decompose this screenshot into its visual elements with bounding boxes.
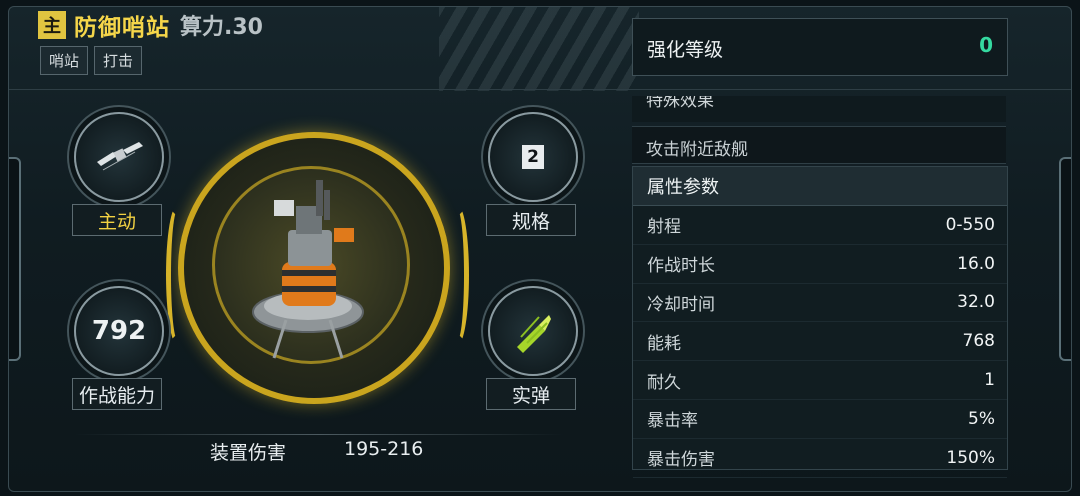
- attr-name: 暴击率: [647, 411, 698, 432]
- combat-power-node[interactable]: 792: [74, 286, 164, 376]
- module-title: 防御哨站: [74, 15, 170, 41]
- tag-strike: 打击: [94, 46, 143, 75]
- attr-value: 768: [962, 331, 995, 352]
- attr-row-range: 射程 0-550: [633, 206, 1007, 245]
- left-frame-tab: [9, 157, 21, 361]
- header-divider: [9, 89, 1071, 90]
- spec-value: 2: [522, 145, 544, 169]
- attr-row-duration: 作战时长 16.0: [633, 245, 1007, 284]
- attr-value: 0-550: [945, 214, 995, 235]
- enhance-value: 0: [979, 33, 993, 57]
- tag-outpost: 哨站: [40, 46, 89, 75]
- spec-node[interactable]: 2: [488, 112, 578, 202]
- attr-name: 耐久: [647, 372, 681, 393]
- attr-name: 射程: [647, 217, 681, 238]
- attr-name: 能耗: [647, 333, 681, 354]
- turret-icon: [252, 180, 364, 359]
- right-frame-tab: [1059, 157, 1071, 361]
- attr-name: 作战时长: [647, 256, 715, 277]
- attr-name: 冷却时间: [647, 294, 715, 315]
- active-skill-node[interactable]: [74, 112, 164, 202]
- damage-divider: [74, 434, 564, 435]
- tag-list: 哨站 打击: [40, 46, 143, 75]
- spec-label: 规格: [486, 204, 576, 236]
- attr-value: 16.0: [957, 253, 995, 274]
- attr-row-energy: 能耗 768: [633, 322, 1007, 362]
- attr-value: 32.0: [957, 292, 995, 313]
- attribute-panel[interactable]: 属性参数 射程 0-550 作战时长 16.0 冷却时间 32.0 能耗 768…: [632, 166, 1008, 478]
- damage-label: 装置伤害: [210, 442, 287, 464]
- ammo-label: 实弹: [486, 378, 576, 410]
- header-stripes: [439, 7, 639, 91]
- satellite-icon: [97, 142, 143, 171]
- enhance-label: 强化等级: [647, 39, 724, 61]
- special-effect-header: 特殊效果: [632, 96, 1006, 122]
- attr-value: 5%: [968, 408, 995, 429]
- attr-row-crit-damage: 暴击伤害 150%: [633, 439, 1007, 478]
- active-label: 主动: [72, 204, 162, 236]
- special-effect-desc: 攻击附近敌舰: [632, 126, 1006, 164]
- attr-value: 150%: [946, 447, 995, 468]
- damage-value: 195-216: [344, 438, 424, 460]
- main-badge: 主: [38, 11, 66, 39]
- missile-icon: [517, 315, 551, 353]
- combat-value: 792: [91, 316, 147, 346]
- combat-label: 作战能力: [72, 378, 162, 410]
- ammo-type-node[interactable]: [488, 286, 578, 376]
- attr-value: 1: [984, 370, 995, 391]
- special-effect-text: 攻击附近敌舰: [646, 140, 748, 160]
- attr-name: 暴击伤害: [647, 450, 715, 471]
- enhance-level-box[interactable]: 强化等级 0: [632, 18, 1008, 76]
- special-effect-title: 特殊效果: [646, 96, 714, 111]
- attribute-title: 属性参数: [633, 167, 1007, 206]
- compute-power: 算力.30: [180, 15, 263, 40]
- attr-row-crit-rate: 暴击率 5%: [633, 400, 1007, 439]
- attr-row-durability: 耐久 1: [633, 361, 1007, 400]
- title-row: 主 防御哨站 算力.30: [38, 8, 263, 42]
- attr-row-cooldown: 冷却时间 32.0: [633, 284, 1007, 323]
